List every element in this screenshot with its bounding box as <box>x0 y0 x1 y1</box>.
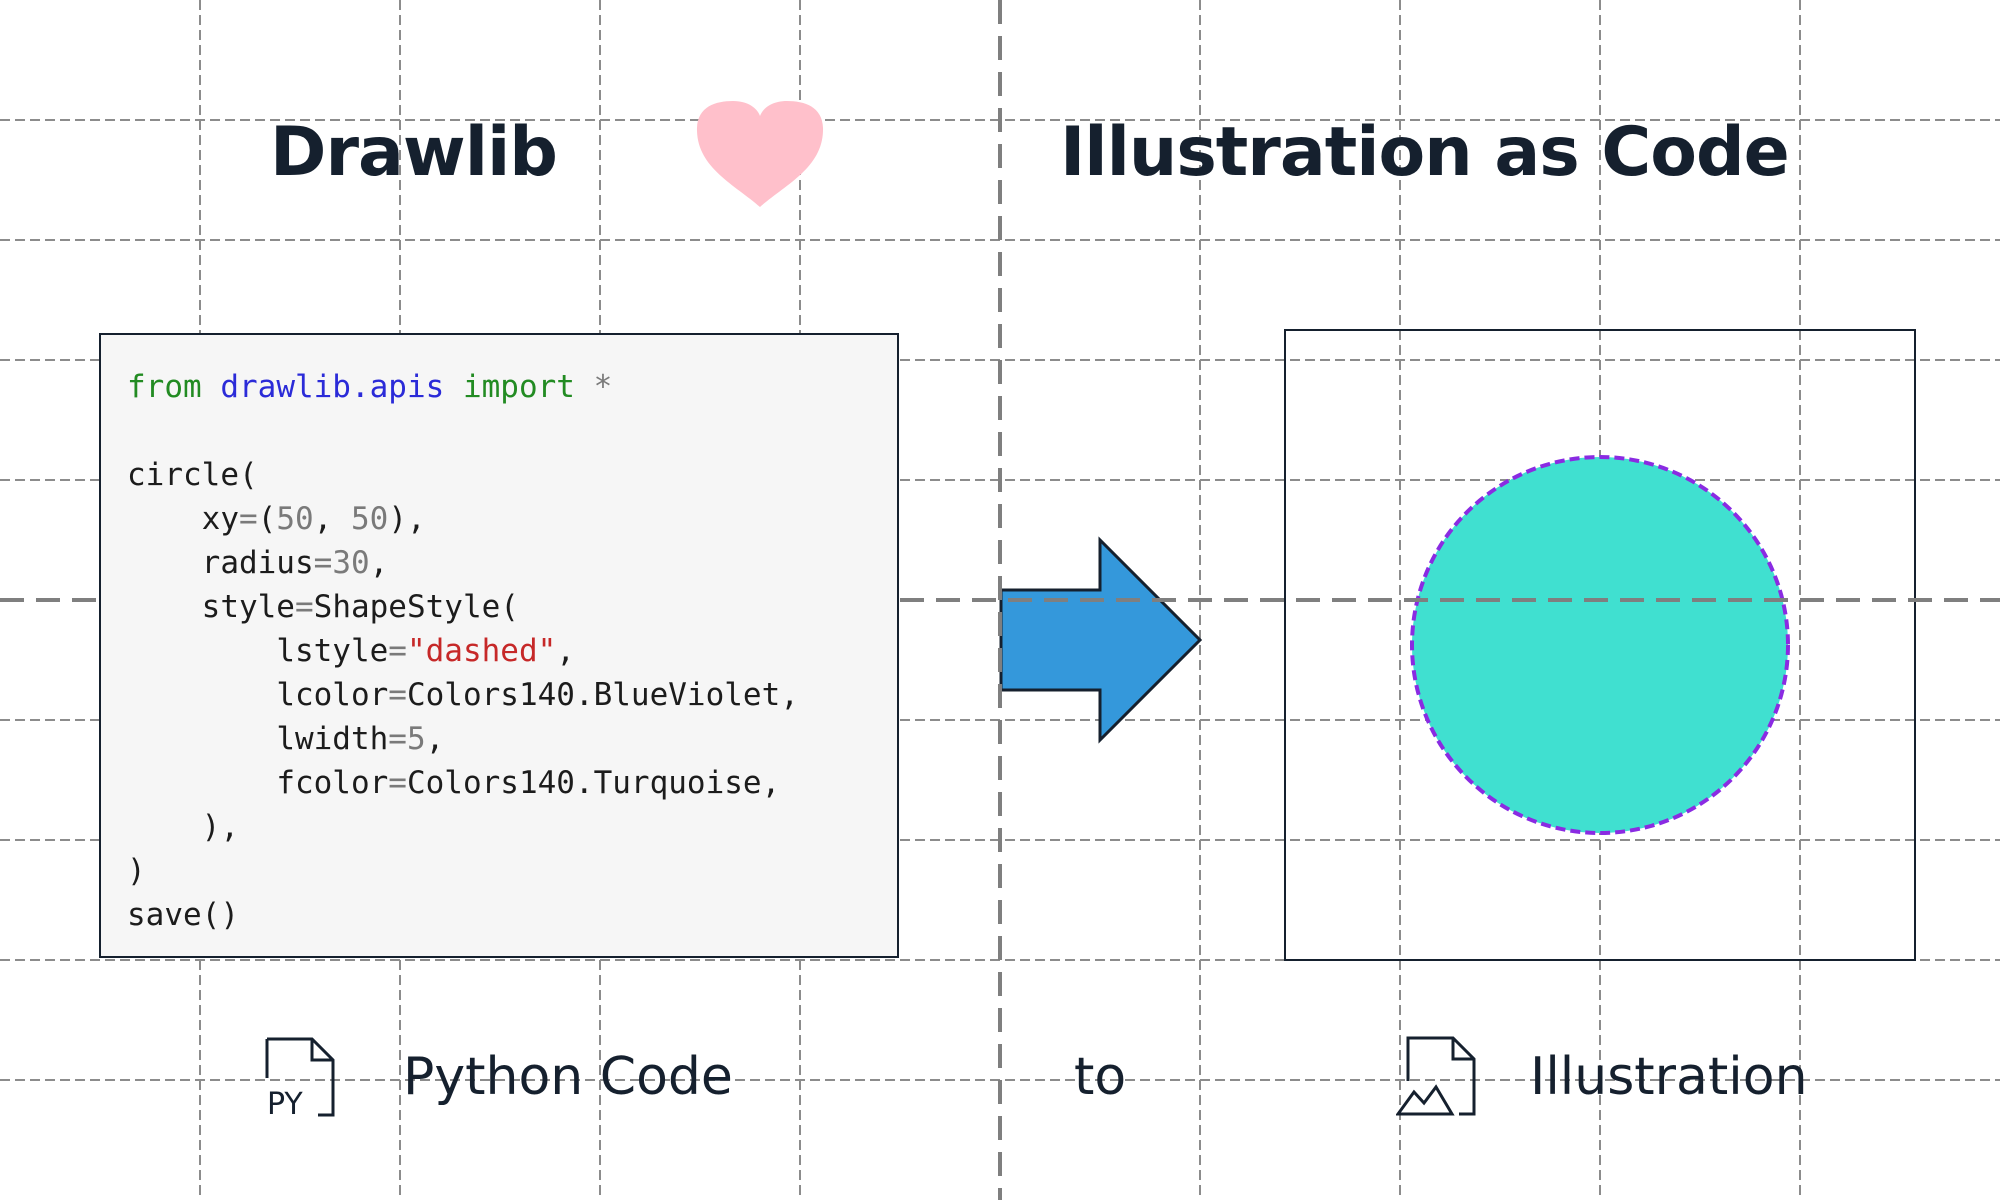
code-line-xy: xy=(50, 50), <box>201 501 426 537</box>
code-xy-open: ( <box>257 501 277 537</box>
code-style-name: style <box>201 589 295 625</box>
turquoise-circle <box>1410 455 1790 835</box>
code-style-close: ), <box>201 809 239 845</box>
code-fcolor-value: Colors140.Turquoise, <box>406 765 781 801</box>
code-lwidth-name: lwidth <box>276 721 389 757</box>
code-radius-name: radius <box>201 545 314 581</box>
code-lcolor-name: lcolor <box>276 677 389 713</box>
python-code-caption: Python Code <box>403 1047 733 1107</box>
code-line-lcolor: lcolor=Colors140.BlueViolet, <box>276 677 799 713</box>
code-lstyle-value: "dashed" <box>406 633 557 669</box>
heart-icon <box>696 101 824 207</box>
code-line-radius: radius=30, <box>201 545 389 581</box>
arrow-right-icon <box>999 536 1203 744</box>
code-xy-y: 50 <box>350 501 389 537</box>
code-circle-close: ) <box>127 853 146 889</box>
code-fcolor-name: fcolor <box>276 765 389 801</box>
illustration-caption: Illustration <box>1530 1047 1808 1107</box>
python-file-icon: PY <box>265 1037 335 1118</box>
image-file-icon <box>1396 1036 1476 1116</box>
illustration-as-code-title: Illustration as Code <box>1060 113 1790 192</box>
code-circle-call: circle( <box>127 457 258 493</box>
code-line-import: from drawlib.apis import * <box>127 365 612 409</box>
code-line-fcolor: fcolor=Colors140.Turquoise, <box>276 765 781 801</box>
drawlib-title: Drawlib <box>270 113 558 192</box>
code-xy-close: ), <box>388 501 426 537</box>
code-lstyle-name: lstyle <box>276 633 389 669</box>
to-caption: to <box>1074 1047 1127 1107</box>
code-keyword-from: from <box>127 369 202 405</box>
code-style-call: ShapeStyle( <box>313 589 519 625</box>
python-file-label: PY <box>267 1087 303 1118</box>
code-module-name: drawlib.apis <box>220 369 445 405</box>
code-xy-x: 50 <box>276 501 314 537</box>
code-line-save: save() <box>127 893 239 937</box>
code-import-star: * <box>593 369 613 405</box>
code-line-lstyle: lstyle="dashed", <box>276 633 575 669</box>
code-radius-value: 30 <box>332 545 370 581</box>
code-lcolor-value: Colors140.BlueViolet, <box>406 677 799 713</box>
code-line-circle-close: ) <box>127 849 146 893</box>
code-xy-sep: , <box>313 501 351 537</box>
code-line-lwidth: lwidth=5, <box>276 721 445 757</box>
code-lwidth-value: 5 <box>406 721 426 757</box>
code-line-circle: circle( <box>127 453 258 497</box>
code-xy-name: xy <box>201 501 239 537</box>
code-keyword-import: import <box>462 369 575 405</box>
code-save-call: save() <box>127 897 239 933</box>
code-line-style: style=ShapeStyle( <box>201 589 519 625</box>
code-line-style-close: ), <box>127 805 239 849</box>
